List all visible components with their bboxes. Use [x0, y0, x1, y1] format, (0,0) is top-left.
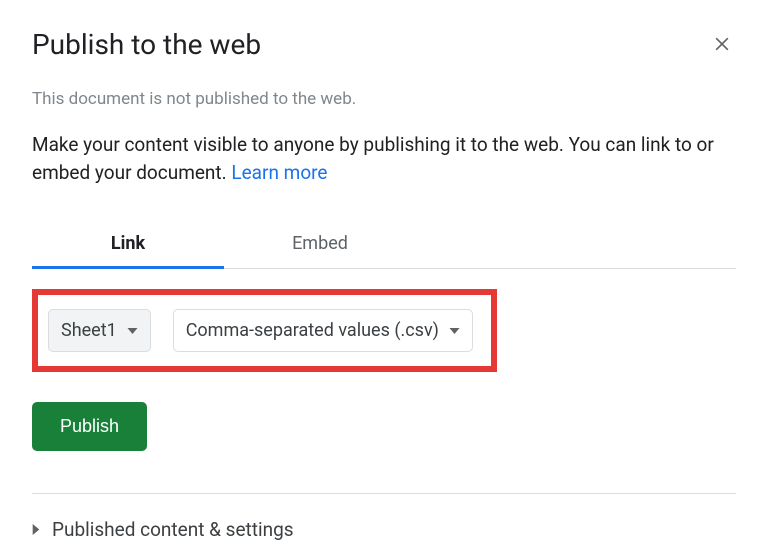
- chevron-right-icon: [32, 524, 40, 535]
- expander-label: Published content & settings: [52, 518, 294, 541]
- tabs: Link Embed: [32, 220, 736, 269]
- caret-down-icon: [449, 328, 460, 334]
- close-button[interactable]: [708, 30, 736, 61]
- format-selector-label: Comma-separated values (.csv): [186, 320, 439, 341]
- tab-link[interactable]: Link: [32, 220, 224, 269]
- divider: [32, 493, 736, 494]
- format-selector[interactable]: Comma-separated values (.csv): [173, 309, 473, 352]
- sheet-selector-label: Sheet1: [61, 320, 117, 341]
- learn-more-link[interactable]: Learn more: [231, 161, 327, 184]
- dialog-description: Make your content visible to anyone by p…: [32, 131, 736, 186]
- publish-button[interactable]: Publish: [32, 402, 147, 451]
- caret-down-icon: [127, 328, 138, 334]
- dialog-title: Publish to the web: [32, 28, 261, 61]
- sheet-selector[interactable]: Sheet1: [48, 309, 151, 352]
- close-icon: [712, 34, 732, 57]
- dialog-header: Publish to the web: [32, 28, 736, 61]
- publish-dialog: Publish to the web This document is not …: [0, 0, 768, 543]
- published-content-expander[interactable]: Published content & settings: [32, 516, 736, 543]
- description-text: Make your content visible to anyone by p…: [32, 133, 714, 184]
- publish-status-text: This document is not published to the we…: [32, 89, 736, 109]
- highlight-annotation: Sheet1 Comma-separated values (.csv): [32, 289, 497, 372]
- tab-embed[interactable]: Embed: [224, 220, 416, 269]
